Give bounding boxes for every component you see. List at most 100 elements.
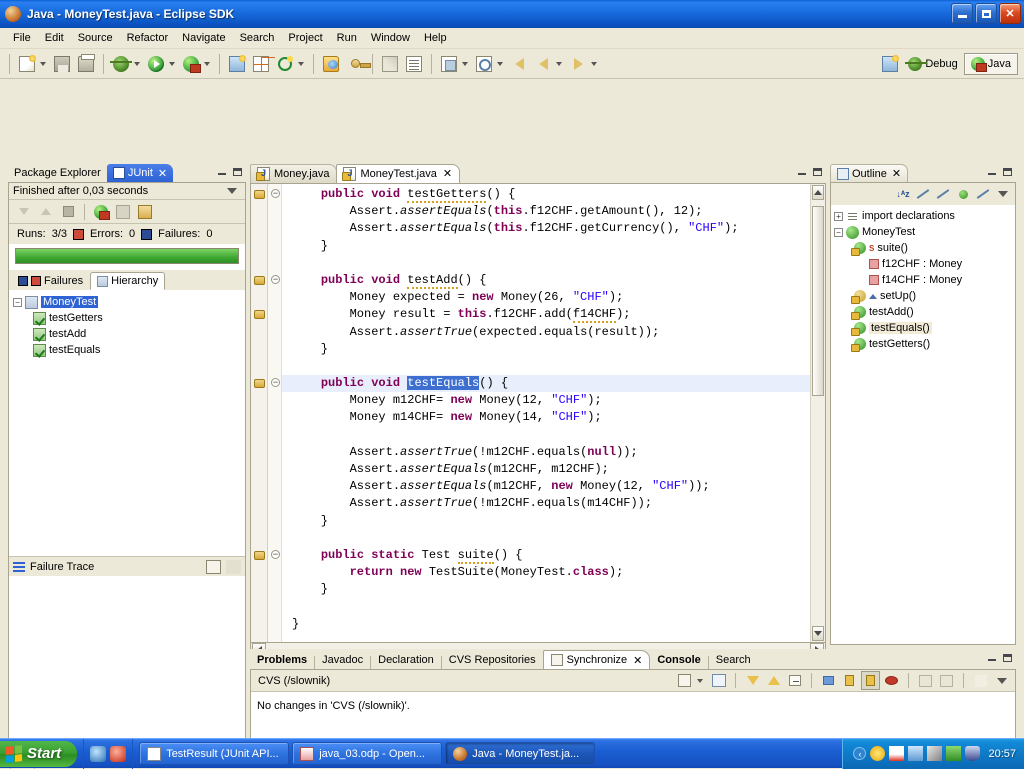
save-button[interactable] [51,53,73,75]
run-dropdown-icon[interactable] [169,62,175,66]
fold-toggle-icon[interactable]: − [271,550,280,559]
collapse-all-button[interactable] [785,671,804,690]
hide-local-types-button[interactable] [974,185,992,203]
quicklaunch-media-icon[interactable] [110,746,126,762]
open-resource-dropdown-icon[interactable] [497,62,503,66]
code-line[interactable]: Assert.assertEquals(m12CHF, new Money(12… [282,478,810,495]
new-java-class-button[interactable] [250,53,272,75]
previous-change-button[interactable] [916,671,935,690]
warning-marker-icon[interactable] [254,190,265,199]
menu-item-window[interactable]: Window [364,30,417,46]
tray-sun-icon[interactable] [870,746,885,761]
fold-toggle-icon[interactable]: − [271,189,280,198]
minimize-editor-button[interactable] [795,165,808,178]
window-title-bar[interactable]: Java - MoneyTest.java - Eclipse SDK ✕ [0,0,1024,28]
menu-item-file[interactable]: File [6,30,38,46]
tab-package-explorer[interactable]: Package Explorer [8,164,107,182]
debug-dropdown-icon[interactable] [134,62,140,66]
tab-console[interactable]: Console [650,650,707,669]
menu-item-edit[interactable]: Edit [38,30,71,46]
tree-item-testequals[interactable]: testEquals [33,342,245,358]
back-button[interactable] [532,53,554,75]
editor-folding-ruler[interactable]: −−−− [268,184,282,642]
menu-item-help[interactable]: Help [417,30,454,46]
sort-button[interactable]: ↓ᴬz [894,185,912,203]
editor-source-text[interactable]: public void testGetters() { Assert.asser… [282,184,810,642]
warning-marker-icon[interactable] [254,276,265,285]
code-line[interactable] [282,358,810,375]
synchronize-dropdown-button[interactable] [675,671,694,690]
minimize-view-button[interactable] [215,165,228,178]
back-history-button[interactable] [508,53,530,75]
maximize-bottom-button[interactable] [1001,651,1014,664]
forward-button[interactable] [567,53,589,75]
code-line[interactable] [282,255,810,272]
taskbar-item-eclipse[interactable]: Java - MoneyTest.ja... [445,742,595,765]
maximize-editor-button[interactable] [811,165,824,178]
maximize-button[interactable] [975,3,997,24]
warning-marker-icon[interactable] [254,310,265,319]
outline-item-setup[interactable]: setUp() [854,288,1015,304]
outline-item-testadd[interactable]: testAdd() [854,304,1015,320]
stop-button[interactable] [58,202,78,222]
tray-shield-icon[interactable] [965,746,980,761]
tab-cvs-repositories[interactable]: CVS Repositories [442,650,543,669]
code-line[interactable]: Money m14CHF= new Money(14, "CHF"); [282,409,810,426]
maximize-view-button[interactable] [231,165,244,178]
hide-nonpublic-button[interactable] [954,185,972,203]
close-button[interactable]: ✕ [999,3,1021,24]
outline-item-import-declarations[interactable]: + import declarations [834,208,1015,224]
quicklaunch-ie-icon[interactable] [90,746,106,762]
editor-vertical-scrollbar[interactable] [810,184,825,642]
tree-item-moneytest[interactable]: − MoneyTest [13,294,245,310]
close-icon[interactable]: ✕ [158,167,167,180]
menu-item-navigate[interactable]: Navigate [175,30,232,46]
open-resource-button[interactable] [473,53,495,75]
back-dropdown-icon[interactable] [556,62,562,66]
scroll-up-button[interactable] [812,185,824,200]
tree-item-testgetters[interactable]: testGetters [33,310,245,326]
filter-button[interactable] [971,671,990,690]
outline-item-suite[interactable]: S suite() [854,240,1015,256]
lock-scroll-button[interactable] [135,202,155,222]
close-icon[interactable]: ✕ [443,167,452,180]
view-menu-button[interactable] [994,185,1012,203]
tab-failures[interactable]: Failures [11,272,90,290]
code-line[interactable] [282,530,810,547]
new-wizard-button[interactable] [16,53,38,75]
run-button[interactable] [145,53,167,75]
new-java-package-button[interactable] [226,53,248,75]
code-line[interactable]: Assert.assertEquals(this.f12CHF.getAmoun… [282,203,810,220]
open-in-compare-editor-button[interactable] [709,671,728,690]
code-line[interactable]: Assert.assertTrue(expected.equals(result… [282,324,810,341]
tray-network-icon[interactable] [946,746,961,761]
open-type-button[interactable] [274,53,296,75]
previous-failure-button[interactable] [36,202,56,222]
tree-item-testadd[interactable]: testAdd [33,326,245,342]
close-icon[interactable]: ✕ [892,167,901,180]
code-line[interactable]: Assert.assertTrue(!m12CHF.equals(m14CHF)… [282,495,810,512]
code-editor[interactable]: −−−− public void testGetters() { Assert.… [250,183,826,643]
code-line[interactable]: Money expected = new Money(26, "CHF"); [282,289,810,306]
update-button[interactable] [743,671,762,690]
fold-toggle-icon[interactable]: − [271,378,280,387]
both-mode-button[interactable] [861,671,880,690]
commit-button[interactable] [764,671,783,690]
tab-javadoc[interactable]: Javadoc [315,650,370,669]
rerun-failed-first-button[interactable] [113,202,133,222]
code-line[interactable]: public void testGetters() { [282,186,810,203]
expand-expander-icon[interactable]: + [834,212,843,221]
external-tools-dropdown-icon[interactable] [204,62,210,66]
next-failure-button[interactable] [14,202,34,222]
tab-synchronize[interactable]: Synchronize ✕ [543,650,651,669]
collapse-expander-icon[interactable]: − [13,298,22,307]
conflicts-mode-button[interactable] [882,671,901,690]
warning-marker-icon[interactable] [254,551,265,560]
junit-test-tree[interactable]: − MoneyTest testGetters testAdd [9,290,245,556]
menu-item-search[interactable]: Search [233,30,282,46]
taskbar-clock[interactable]: 20:57 [988,748,1016,760]
close-icon[interactable]: ✕ [633,654,642,667]
outgoing-mode-button[interactable] [840,671,859,690]
previous-annotation-button[interactable] [379,53,401,75]
editor-tab-moneytest[interactable]: MoneyTest.java ✕ [336,164,460,183]
